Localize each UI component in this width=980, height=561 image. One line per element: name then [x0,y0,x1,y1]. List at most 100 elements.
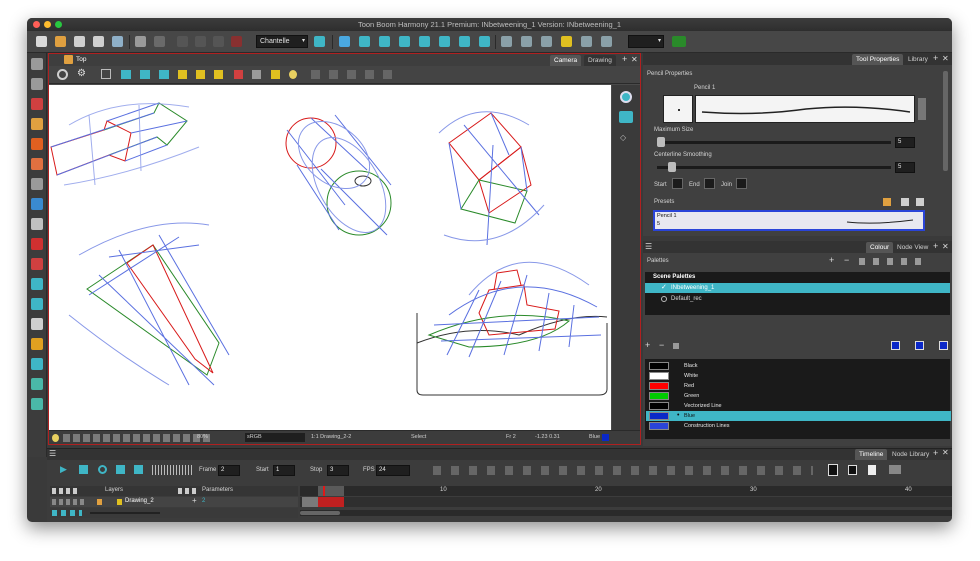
curve-grid-icon[interactable] [365,70,374,79]
hand-tool-icon[interactable] [31,318,43,330]
new-preset-icon[interactable] [883,198,891,206]
swatch-row[interactable]: Black [646,361,951,371]
ik-icon[interactable] [439,36,450,47]
cut-icon[interactable] [177,36,188,47]
frame-cells[interactable] [300,497,952,507]
fill-color-swatch[interactable] [915,341,924,350]
transform-icon[interactable] [339,36,350,47]
join-icon[interactable] [736,178,747,189]
add-palette-icon[interactable]: + [829,255,834,265]
stamp-tool-icon[interactable] [31,138,43,150]
remove-palette-icon[interactable]: − [844,255,849,265]
preset-list-item[interactable]: Pencil 1 5 [653,210,925,231]
line-icon[interactable] [252,70,261,79]
tab-node-library[interactable]: Node Library [888,449,934,460]
swap-view-icon[interactable]: ◇ [620,133,626,142]
extra-timeline-icon[interactable] [889,465,901,474]
smoothing-slider[interactable] [657,166,891,169]
copy-icon[interactable] [195,36,206,47]
lock-others-icon[interactable] [214,70,223,79]
zoom-window-button[interactable] [55,21,62,28]
deform-icon[interactable] [501,36,512,47]
shape-tool-icon[interactable] [31,198,43,210]
add-panel-icon[interactable]: + [933,53,938,64]
layer-tools-icons[interactable] [178,488,196,494]
preset-edit-icon[interactable] [314,36,325,47]
rotate-icon[interactable] [359,36,370,47]
playback-speed-slider[interactable] [152,465,194,475]
max-size-slider[interactable] [657,141,891,144]
remove-color-icon[interactable]: − [659,340,664,350]
reset-view-icon[interactable] [57,69,68,80]
layer-lock-icon[interactable] [117,499,122,505]
color-space-select[interactable]: sRGB [245,433,305,442]
brush-tool-icon[interactable] [31,98,43,110]
tab-timeline[interactable]: Timeline [855,449,888,460]
sound-icon[interactable] [116,465,125,474]
onion-toggle-icon[interactable] [828,464,838,476]
lock-icon[interactable] [178,70,187,79]
save-icon[interactable] [74,36,85,47]
extra-color-swatch[interactable] [939,341,948,350]
timeline-menu-icon[interactable]: ☰ [49,449,56,458]
current-color-swatch[interactable] [602,434,609,441]
undo-icon[interactable] [135,36,146,47]
max-size-field[interactable]: 5 [895,137,915,148]
grid-icon[interactable] [101,69,111,79]
start-field[interactable]: 1 [273,465,295,476]
stop-field[interactable]: 3 [327,465,349,476]
color-dropper-icon[interactable] [673,343,679,349]
stamp-icon[interactable] [271,70,280,79]
perspective-tool-icon[interactable] [31,338,43,350]
dropper-tool-icon[interactable] [31,258,43,270]
end-cap-icon[interactable] [704,178,715,189]
view-breadcrumb[interactable]: Top [76,55,86,65]
frame-ruler[interactable]: 10 20 30 40 [300,486,952,496]
pencil-line-icon[interactable] [234,70,243,79]
smoothing-field[interactable]: 5 [895,162,915,173]
tab-camera[interactable]: Camera [550,55,582,66]
close-timeline-icon[interactable]: ✕ [942,448,949,457]
paste-icon[interactable] [213,36,224,47]
morph-icon[interactable] [419,36,430,47]
layer-row[interactable]: Drawing_2 + 2 [50,496,298,507]
add-view-icon[interactable]: + [622,54,627,65]
panel-menu-icon[interactable]: ☰ [645,242,652,251]
tab-node-view[interactable]: Node View [893,242,933,253]
curve-icon[interactable] [541,36,552,47]
delete-icon[interactable] [231,36,242,47]
add-timeline-icon[interactable]: + [933,448,938,458]
status-light-icon[interactable] [52,434,59,442]
cutter-tool-icon[interactable] [31,298,43,310]
pivot-tool-icon[interactable] [31,278,43,290]
play-selection-icon[interactable] [79,465,88,474]
onion-skin-icon[interactable] [121,70,131,79]
palette-item-selected[interactable]: ✓ INbetweening_1 [645,283,950,293]
show-strokes-icon[interactable] [159,70,169,79]
layer-header-icons[interactable] [52,488,80,494]
palettes-label[interactable]: Palettes [647,258,669,264]
close-colour-panel-icon[interactable]: ✕ [942,241,949,252]
swatch-row[interactable]: Construction Lines [646,421,951,431]
tab-library[interactable]: Library [904,54,932,65]
line-color-swatch[interactable] [891,341,900,350]
layer-name[interactable]: Drawing_2 [125,498,154,504]
zoom-level[interactable]: 80% [197,431,208,444]
rig-icon[interactable] [479,36,490,47]
game-bone-icon[interactable] [581,36,592,47]
paint-tool-icon[interactable] [31,218,43,230]
fps-field[interactable]: 24 [376,465,410,476]
pencil-tool-icon[interactable] [31,118,43,130]
keyframe-icon[interactable] [848,465,857,475]
save-all-icon[interactable] [93,36,104,47]
tip-preview[interactable] [663,95,693,123]
zoom-tool-icon[interactable] [31,378,43,390]
deformation-select[interactable]: ▾ [628,35,664,48]
envelope-grid-icon[interactable] [329,70,338,79]
layers-view-icon[interactable] [619,111,633,123]
weight-grid-icon[interactable] [383,70,392,79]
tab-tool-properties[interactable]: Tool Properties [852,54,904,65]
swatch-row[interactable]: White [646,371,951,381]
timeline-tool-icons[interactable] [433,466,813,475]
play-icon[interactable]: ▶ [60,464,67,475]
